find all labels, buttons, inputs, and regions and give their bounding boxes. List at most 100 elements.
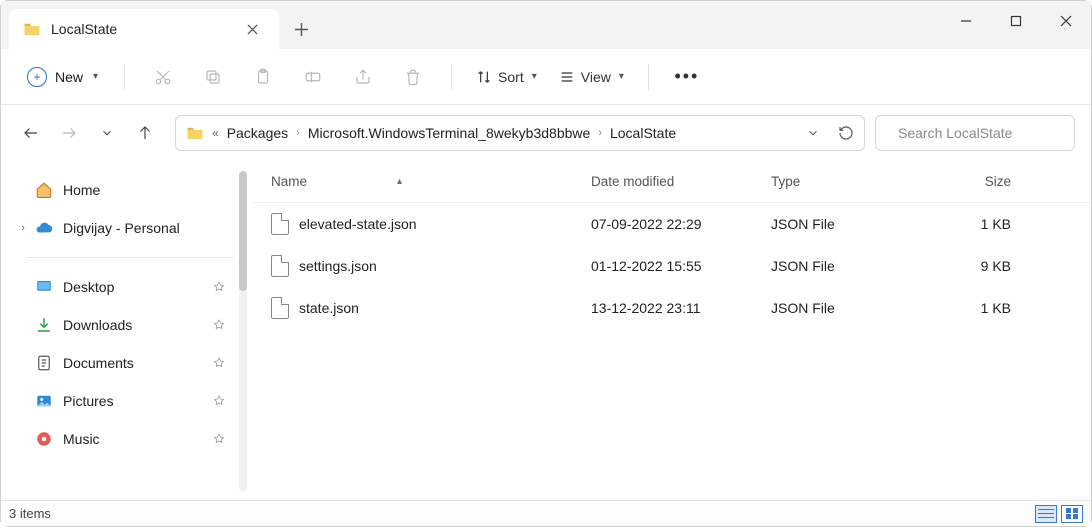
column-headers: Name▴ Date modified Type Size [253,161,1091,203]
search-input[interactable] [898,125,1079,141]
chevron-down-icon [100,126,114,140]
chevron-down-icon: ▾ [93,71,98,82]
file-name: state.json [299,300,359,316]
col-date[interactable]: Date modified [591,174,771,189]
breadcrumb-seg[interactable]: Microsoft.WindowsTerminal_8wekyb3d8bbwe [308,125,590,141]
new-tab-button[interactable] [279,9,323,49]
file-icon [271,255,289,277]
plus-icon [295,23,308,36]
maximize-icon [1010,15,1022,27]
address-bar[interactable]: « Packages › Microsoft.WindowsTerminal_8… [175,115,865,151]
chevron-down-icon[interactable] [806,126,820,140]
new-button[interactable]: + New ▾ [17,61,108,93]
file-date: 13-12-2022 23:11 [591,300,771,316]
cloud-icon [35,219,53,237]
sidebar-item-desktop[interactable]: Desktop [11,268,253,306]
file-size: 1 KB [921,300,1041,316]
sort-label: Sort [498,69,524,85]
file-date: 07-09-2022 22:29 [591,216,771,232]
copy-icon [204,68,222,86]
refresh-icon[interactable] [838,125,854,141]
file-type: JSON File [771,216,921,232]
sort-asc-icon: ▴ [397,176,402,187]
home-icon [35,181,53,199]
file-icon [271,297,289,319]
nav-back-button[interactable] [17,119,45,147]
copy-button[interactable] [191,59,235,95]
chevron-right-icon: › [296,127,300,139]
sidebar-item-label: Desktop [63,279,114,295]
cut-button[interactable] [141,59,185,95]
plus-circle-icon: + [27,67,47,87]
sidebar-item-pictures[interactable]: Pictures [11,382,253,420]
file-type: JSON File [771,258,921,274]
tab-close-button[interactable] [239,16,265,42]
chevron-down-icon: ▾ [619,71,624,82]
breadcrumb-overflow-icon[interactable]: « [212,126,219,140]
arrow-right-icon [60,124,78,142]
file-type: JSON File [771,300,921,316]
tab-title: LocalState [51,21,229,37]
pin-icon [213,357,225,369]
table-row[interactable]: settings.json 01-12-2022 15:55 JSON File… [253,245,1091,287]
sidebar-scrollbar-thumb[interactable] [239,171,247,291]
file-date: 01-12-2022 15:55 [591,258,771,274]
view-button[interactable]: View ▾ [551,63,632,91]
chevron-right-icon[interactable]: › [17,222,29,234]
rename-icon [304,68,322,86]
col-type[interactable]: Type [771,174,921,189]
nav-recent-button[interactable] [93,119,121,147]
paste-button[interactable] [241,59,285,95]
sidebar-divider [27,257,233,258]
share-button[interactable] [341,59,385,95]
sidebar-item-label: Digvijay - Personal [63,220,180,236]
sidebar-item-label: Music [63,431,100,447]
maximize-button[interactable] [991,1,1041,41]
breadcrumb-seg[interactable]: LocalState [610,125,676,141]
address-bar-actions [806,125,854,141]
sidebar-item-documents[interactable]: Documents [11,344,253,382]
separator [648,64,649,90]
toolbar: + New ▾ Sort ▾ View ▾ ••• [1,49,1091,105]
pictures-icon [35,392,53,410]
download-icon [35,316,53,334]
file-size: 1 KB [921,216,1041,232]
pin-icon [213,281,225,293]
col-size[interactable]: Size [921,174,1041,189]
documents-icon [35,354,53,372]
sidebar-item-label: Downloads [63,317,132,333]
cut-icon [154,68,172,86]
rename-button[interactable] [291,59,335,95]
tab-active[interactable]: LocalState [9,9,279,49]
statusbar: 3 items [1,500,1091,526]
more-button[interactable]: ••• [665,59,709,95]
sidebar-item-label: Pictures [63,393,114,409]
sidebar: Home › Digvijay - Personal Desktop Downl… [1,161,253,500]
navrow: « Packages › Microsoft.WindowsTerminal_8… [1,105,1091,161]
close-window-button[interactable] [1041,1,1091,41]
view-details-button[interactable] [1035,505,1057,523]
new-label: New [55,69,83,85]
nav-forward-button[interactable] [55,119,83,147]
breadcrumb-seg[interactable]: Packages [227,125,288,141]
table-row[interactable]: state.json 13-12-2022 23:11 JSON File 1 … [253,287,1091,329]
minimize-button[interactable] [941,1,991,41]
sidebar-item-onedrive[interactable]: › Digvijay - Personal [11,209,253,247]
breadcrumb: Packages › Microsoft.WindowsTerminal_8we… [227,125,676,141]
chevron-right-icon: › [598,127,602,139]
view-icons-button[interactable] [1061,505,1083,523]
view-label: View [581,69,611,85]
table-row[interactable]: elevated-state.json 07-09-2022 22:29 JSO… [253,203,1091,245]
sidebar-item-home[interactable]: Home [11,171,253,209]
col-name[interactable]: Name▴ [271,174,591,189]
search-box[interactable] [875,115,1075,151]
sidebar-item-label: Home [63,182,100,198]
nav-up-button[interactable] [131,119,159,147]
paste-icon [254,68,272,86]
sort-button[interactable]: Sort ▾ [468,63,545,91]
chevron-down-icon: ▾ [532,71,537,82]
sidebar-item-downloads[interactable]: Downloads [11,306,253,344]
sidebar-item-music[interactable]: Music [11,420,253,458]
delete-button[interactable] [391,59,435,95]
window-controls [941,1,1091,41]
